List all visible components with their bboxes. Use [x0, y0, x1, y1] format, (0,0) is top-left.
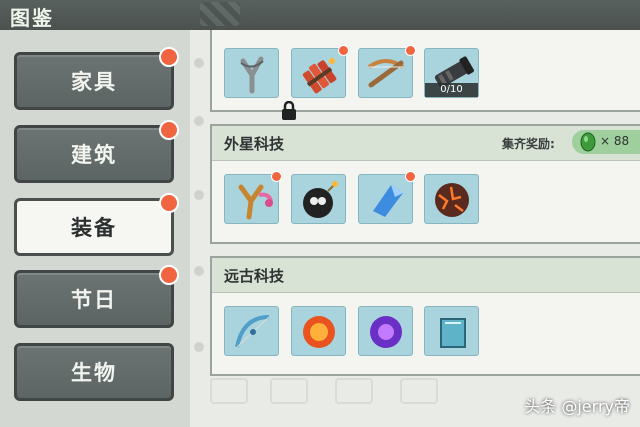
item-slot[interactable]: [224, 171, 282, 224]
category-label: 建筑: [71, 143, 117, 167]
category-label: 家具: [71, 70, 117, 94]
item-slot[interactable]: [291, 45, 349, 98]
blue-crystal-icon: [373, 185, 403, 217]
reward-count: × 88: [600, 134, 630, 148]
empty-slot: [210, 378, 248, 404]
dynamite-icon: [302, 58, 337, 94]
category-furniture[interactable]: 家具: [14, 47, 179, 110]
crossbow-icon: [367, 59, 405, 88]
item-slot[interactable]: [358, 45, 416, 98]
item-slot[interactable]: [224, 306, 279, 356]
decor-dot: [194, 342, 204, 352]
empty-slot: [400, 378, 438, 404]
category-sidebar: 家具 建筑 装备 节日 生物: [0, 30, 190, 427]
decor-dot: [194, 190, 204, 200]
title-decoration: [200, 2, 240, 26]
new-indicator-dot: [159, 120, 179, 140]
item-slot[interactable]: [424, 174, 479, 224]
title-bar: 图鉴: [0, 0, 640, 30]
category-building[interactable]: 建筑: [14, 120, 179, 183]
green-gem-icon: [580, 132, 596, 152]
section-top: 0/10: [210, 30, 640, 120]
bomb-icon: [303, 181, 338, 218]
decor-dot: [194, 58, 204, 68]
new-indicator-dot: [271, 171, 282, 182]
progress-counter: 0/10: [425, 83, 478, 97]
decor-dot: [194, 116, 204, 126]
category-label: 装备: [71, 216, 117, 240]
new-indicator-dot: [159, 193, 179, 213]
void-orb-icon: [370, 316, 402, 348]
alien-slingshot-icon: [238, 184, 273, 220]
category-label: 节日: [71, 288, 117, 312]
empty-slot: [270, 378, 308, 404]
reward-badge[interactable]: × 88: [572, 130, 640, 154]
section-header: 外星科技 集齐奖励: × 88: [212, 126, 640, 161]
item-slot[interactable]: [358, 306, 413, 356]
category-equipment[interactable]: 装备: [14, 193, 179, 256]
reward-label: 集齐奖励:: [502, 137, 555, 151]
item-slot[interactable]: [424, 306, 479, 356]
section-title: 外星科技: [224, 135, 285, 153]
new-indicator-dot: [405, 45, 416, 56]
fire-orb-icon: [303, 316, 335, 348]
page-title: 图鉴: [10, 6, 54, 30]
section-ancient-tech: 远古科技: [210, 256, 640, 376]
item-slot[interactable]: [291, 174, 346, 224]
section-alien-tech: 外星科技 集齐奖励: × 88: [210, 124, 640, 244]
category-festival[interactable]: 节日: [14, 265, 179, 328]
collection-panel[interactable]: 0/10 外星科技 集齐奖励: × 88 远古科技 头条 @jerry帝: [190, 30, 640, 427]
bow-icon: [235, 315, 270, 348]
new-indicator-dot: [159, 265, 179, 285]
item-slot[interactable]: 0/10: [424, 48, 479, 98]
new-indicator-dot: [405, 171, 416, 182]
new-indicator-dot: [159, 47, 179, 67]
new-indicator-dot: [338, 45, 349, 56]
slingshot-icon: [240, 56, 264, 94]
watermark: 头条 @jerry帝: [524, 397, 630, 416]
item-slot[interactable]: [224, 48, 296, 120]
glass-pane-icon: [440, 318, 466, 348]
section-header: 远古科技: [212, 258, 640, 293]
category-label: 生物: [71, 361, 117, 385]
category-creature[interactable]: 生物: [14, 343, 174, 401]
decor-dot: [194, 266, 204, 276]
item-slot[interactable]: [291, 306, 346, 356]
item-slot[interactable]: [358, 171, 416, 224]
lava-rock-icon: [435, 183, 469, 217]
section-title: 远古科技: [224, 267, 285, 285]
empty-slot: [335, 378, 373, 404]
